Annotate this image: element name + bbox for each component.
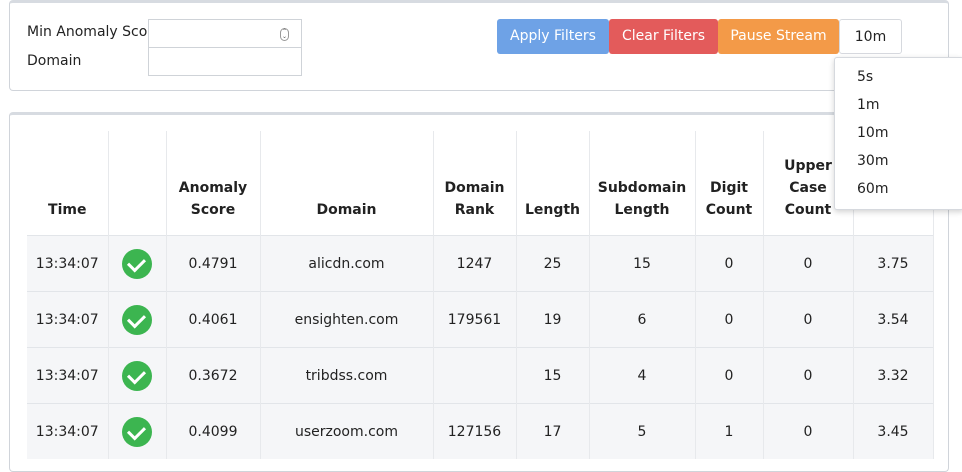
cell-domain: alicdn.com <box>260 235 434 292</box>
cell-anomaly-score: 0.4099 <box>166 403 261 459</box>
col-status-header <box>108 131 167 236</box>
cell-upper-case-count: 0 <box>763 347 854 404</box>
col-domain-header[interactable]: Domain <box>260 131 434 236</box>
cell-domain-rank: 127156 <box>433 403 517 459</box>
cell-digit-count: 0 <box>695 347 764 404</box>
col-time-header[interactable]: Time <box>27 131 109 236</box>
interval-option-10m[interactable]: 10m <box>857 125 888 141</box>
cell-anomaly-score: 0.4061 <box>166 291 261 348</box>
cell-length: 19 <box>516 291 590 348</box>
cell-upper-case-count: 0 <box>763 291 854 348</box>
cell-entropy: 3.32 <box>853 347 934 404</box>
apply-filters-button[interactable]: Apply Filters <box>497 19 609 54</box>
table-row[interactable]: 13:34:07 0.4061 ensighten.com 179561 19 … <box>27 291 934 348</box>
cell-length: 17 <box>516 403 590 459</box>
cell-entropy: 3.75 <box>853 235 934 292</box>
min-anomaly-score-label: Min Anomaly Score <box>27 24 162 40</box>
check-icon <box>122 416 152 447</box>
cell-domain-rank: 1247 <box>433 235 517 292</box>
results-table: Time Anomaly Score Domain Domain Rank Leng… <box>27 131 934 459</box>
cell-upper-case-count: 0 <box>763 403 854 459</box>
col-subdomain-length-header[interactable]: Subdomain Length <box>589 131 696 236</box>
table-header-row: Time Anomaly Score Domain Domain Rank Leng… <box>27 131 934 236</box>
cell-domain-rank <box>433 347 517 404</box>
cell-subdomain-length: 15 <box>589 235 696 292</box>
check-icon <box>122 248 152 279</box>
table-row[interactable]: 13:34:07 0.4099 userzoom.com 127156 17 5… <box>27 403 934 459</box>
interval-option-30m[interactable]: 30m <box>857 153 888 169</box>
interval-dropdown-menu: 5s 1m 10m 30m 60m <box>834 57 962 210</box>
clear-filters-button[interactable]: Clear Filters <box>609 19 718 54</box>
cell-subdomain-length: 5 <box>589 403 696 459</box>
cell-length: 25 <box>516 235 590 292</box>
cell-entropy: 3.54 <box>853 291 934 348</box>
cell-anomaly-score: 0.4791 <box>166 235 261 292</box>
col-anomaly-score-header[interactable]: Anomaly Score <box>166 131 261 236</box>
cell-entropy: 3.45 <box>853 403 934 459</box>
cell-time: 13:34:07 <box>27 403 109 459</box>
domain-filter-input[interactable] <box>148 47 302 76</box>
check-icon <box>122 360 152 391</box>
col-domain-rank-header[interactable]: Domain Rank <box>433 131 517 236</box>
cell-domain: ensighten.com <box>260 291 434 348</box>
cell-time: 13:34:07 <box>27 235 109 292</box>
table-row[interactable]: 13:34:07 0.3672 tribdss.com 15 4 0 0 3.3… <box>27 347 934 404</box>
cell-anomaly-score: 0.3672 <box>166 347 261 404</box>
cell-length: 15 <box>516 347 590 404</box>
cell-time: 13:34:07 <box>27 291 109 348</box>
spinner-icon[interactable]: ⌃ ⌄ <box>280 28 289 41</box>
cell-domain: userzoom.com <box>260 403 434 459</box>
cell-subdomain-length: 4 <box>589 347 696 404</box>
cell-subdomain-length: 6 <box>589 291 696 348</box>
interval-option-60m[interactable]: 60m <box>857 181 888 197</box>
cell-domain: tribdss.com <box>260 347 434 404</box>
cell-upper-case-count: 0 <box>763 235 854 292</box>
col-digit-count-header[interactable]: Digit Count <box>695 131 764 236</box>
check-icon <box>122 304 152 335</box>
min-anomaly-score-input[interactable]: ⌃ ⌄ <box>148 19 302 48</box>
pause-stream-button[interactable]: Pause Stream <box>718 19 839 54</box>
cell-digit-count: 0 <box>695 291 764 348</box>
cell-domain-rank: 179561 <box>433 291 517 348</box>
cell-digit-count: 0 <box>695 235 764 292</box>
interval-select-button[interactable]: 10m <box>839 19 902 54</box>
cell-time: 13:34:07 <box>27 347 109 404</box>
interval-option-1m[interactable]: 1m <box>857 97 880 113</box>
interval-option-5s[interactable]: 5s <box>857 69 873 85</box>
domain-filter-label: Domain <box>27 53 82 69</box>
col-length-header[interactable]: Length <box>516 131 590 236</box>
cell-digit-count: 1 <box>695 403 764 459</box>
table-row[interactable]: 13:34:07 0.4791 alicdn.com 1247 25 15 0 … <box>27 235 934 292</box>
